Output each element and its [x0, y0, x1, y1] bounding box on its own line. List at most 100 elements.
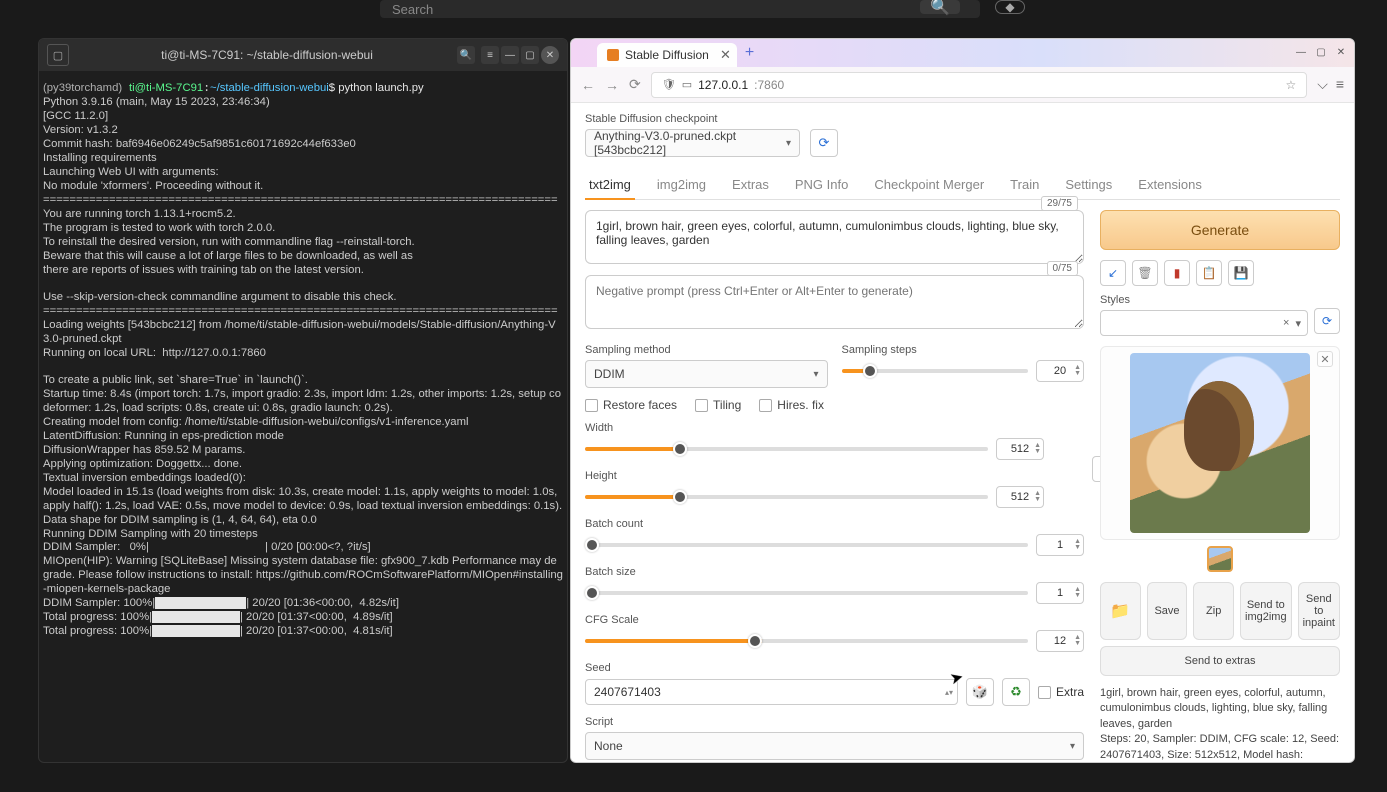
sampling-method-label: Sampling method [585, 344, 828, 356]
spinner-icon[interactable]: ▲▼ [1034, 443, 1041, 455]
spinner-icon[interactable]: ▲▼ [1074, 365, 1081, 377]
sampling-steps-slider[interactable] [842, 369, 1029, 373]
cfg-value[interactable]: 12▲▼ [1036, 630, 1084, 652]
send-inpaint-button[interactable]: Send to inpaint [1298, 582, 1340, 640]
chevron-down-icon: ▾ [1295, 317, 1301, 330]
hires-fix-checkbox[interactable]: Hires. fix [759, 398, 824, 412]
tiling-checkbox[interactable]: Tiling [695, 398, 741, 412]
browser-tab[interactable]: Stable Diffusion ✕ [597, 43, 737, 67]
close-icon[interactable]: ✕ [1332, 43, 1350, 61]
generate-button[interactable]: Generate [1100, 210, 1340, 250]
spinner-icon[interactable]: ▴▾ [945, 688, 953, 697]
zip-button[interactable]: Zip [1193, 582, 1234, 640]
batch-count-slider[interactable] [585, 543, 1028, 547]
cfg-label: CFG Scale [585, 614, 1084, 626]
page-info-icon: ▭ [682, 78, 692, 91]
tab-img2img[interactable]: img2img [653, 171, 710, 199]
new-tab-button[interactable]: + [745, 44, 754, 62]
batch-size-slider[interactable] [585, 591, 1028, 595]
prompt-token-count: 29/75 [1041, 196, 1078, 211]
sampling-method-select[interactable]: DDIM ▾ [585, 360, 828, 388]
minimize-icon[interactable]: — [501, 46, 519, 64]
open-folder-button[interactable]: 📁 [1100, 582, 1141, 640]
preview-panel: ✕ [1100, 346, 1340, 540]
tab-ckpt-merger[interactable]: Checkpoint Merger [870, 171, 988, 199]
width-slider[interactable] [585, 447, 988, 451]
maximize-icon[interactable]: ▢ [1312, 43, 1330, 61]
terminal-output[interactable]: (py39torchamd) ti@ti-MS-7C91:~/stable-di… [39, 71, 567, 648]
save-style-button[interactable]: 💾 [1228, 260, 1254, 286]
notifications-icon[interactable]: ◆ [995, 0, 1025, 14]
global-search-placeholder: Search [392, 2, 433, 17]
bookmark-icon[interactable]: ☆ [1285, 78, 1296, 92]
tab-txt2img[interactable]: txt2img [585, 171, 635, 200]
width-label: Width [585, 422, 1044, 434]
chevron-down-icon: ▾ [786, 138, 791, 149]
tab-pnginfo[interactable]: PNG Info [791, 171, 852, 199]
save-button[interactable]: Save [1147, 582, 1188, 640]
tab-close-icon[interactable]: ✕ [720, 47, 731, 63]
script-select[interactable]: None ▾ [585, 732, 1084, 760]
arrow-button[interactable]: ↙ [1100, 260, 1126, 286]
batch-count-value[interactable]: 1▲▼ [1036, 534, 1084, 556]
maximize-icon[interactable]: ▢ [521, 46, 539, 64]
refresh-checkpoints-button[interactable]: ⟳ [810, 129, 838, 157]
script-label: Script [585, 716, 1084, 728]
height-value[interactable]: 512▲▼ [996, 486, 1044, 508]
image-thumbnail[interactable] [1207, 546, 1233, 572]
checkpoint-label: Stable Diffusion checkpoint [585, 113, 1340, 125]
sampling-steps-value[interactable]: 20▲▼ [1036, 360, 1084, 382]
height-slider[interactable] [585, 495, 988, 499]
negative-prompt-input[interactable] [585, 275, 1084, 329]
terminal-search-icon[interactable]: 🔍 [457, 46, 475, 64]
batch-size-value[interactable]: 1▲▼ [1036, 582, 1084, 604]
shield-icon: 🛡 [662, 78, 676, 91]
spinner-icon[interactable]: ▲▼ [1074, 539, 1081, 551]
cfg-slider[interactable] [585, 639, 1028, 643]
tab-favicon-icon [607, 49, 619, 61]
send-img2img-button[interactable]: Send to img2img [1240, 582, 1292, 640]
styles-label: Styles [1100, 294, 1340, 306]
spinner-icon[interactable]: ▲▼ [1034, 491, 1041, 503]
menu-icon[interactable]: ≡ [1336, 76, 1344, 93]
terminal-menu-icon[interactable]: ≡ [481, 46, 499, 64]
checkpoint-select[interactable]: Anything-V3.0-pruned.ckpt [543bcbc212] ▾ [585, 129, 800, 157]
tab-train[interactable]: Train [1006, 171, 1043, 199]
reuse-seed-button[interactable]: ♻ [1002, 678, 1030, 706]
restore-faces-checkbox[interactable]: Restore faces [585, 398, 677, 412]
send-extras-button[interactable]: Send to extras [1100, 646, 1340, 676]
webui-page: Stable Diffusion checkpoint Anything-V3.… [571, 103, 1354, 762]
prompt-input[interactable] [585, 210, 1084, 264]
seed-input[interactable]: 2407671403▴▾ [585, 679, 958, 705]
url-host: 127.0.0.1 [698, 78, 748, 92]
terminal-app-icon[interactable]: ▢ [47, 44, 69, 66]
batch-size-label: Batch size [585, 566, 1084, 578]
url-input[interactable]: 🛡 ▭ 127.0.0.1:7860 ☆ [651, 72, 1307, 98]
close-preview-icon[interactable]: ✕ [1317, 351, 1333, 367]
width-value[interactable]: 512▲▼ [996, 438, 1044, 460]
tab-extensions[interactable]: Extensions [1134, 171, 1206, 199]
chevron-down-icon: ▾ [1070, 741, 1075, 752]
reload-icon[interactable]: ⟳ [629, 76, 641, 93]
terminal-window: ▢ ti@ti-MS-7C91: ~/stable-diffusion-webu… [38, 38, 568, 763]
extra-seed-checkbox[interactable]: Extra [1038, 685, 1084, 699]
pocket-icon[interactable]: ⌵ [1317, 76, 1328, 93]
styles-select[interactable]: ×▾ [1100, 310, 1308, 336]
paste-button[interactable]: 📋 [1196, 260, 1222, 286]
sampling-steps-label: Sampling steps [842, 344, 1085, 356]
tab-settings[interactable]: Settings [1061, 171, 1116, 199]
tab-extras[interactable]: Extras [728, 171, 773, 199]
refresh-styles-button[interactable]: ⟳ [1314, 308, 1340, 334]
minimize-icon[interactable]: — [1292, 43, 1310, 61]
spinner-icon[interactable]: ▲▼ [1074, 587, 1081, 599]
spinner-icon[interactable]: ▲▼ [1074, 635, 1081, 647]
search-icon[interactable]: 🔍 [920, 0, 960, 14]
extra-networks-button[interactable]: ▮ [1164, 260, 1190, 286]
generated-image[interactable] [1130, 353, 1310, 533]
forward-icon[interactable]: → [605, 77, 619, 93]
global-search[interactable]: Search [380, 0, 980, 18]
close-icon[interactable]: ✕ [541, 46, 559, 64]
back-icon[interactable]: ← [581, 77, 595, 93]
clear-button[interactable]: 🗑 [1132, 260, 1158, 286]
random-seed-button[interactable]: 🎲 [966, 678, 994, 706]
